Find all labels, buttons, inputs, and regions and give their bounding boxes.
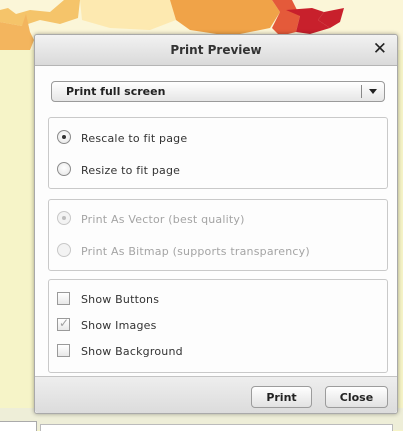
- print-mode-select[interactable]: Print full screen: [51, 81, 385, 102]
- close-button[interactable]: Close: [325, 386, 388, 408]
- bitmap-label: Print As Bitmap (supports transparency): [81, 245, 310, 258]
- dialog-title: Print Preview: [170, 43, 262, 57]
- show-buttons-label: Show Buttons: [81, 293, 160, 306]
- print-button[interactable]: Print: [251, 386, 312, 408]
- show-buttons-checkbox[interactable]: [57, 292, 70, 305]
- dialog-titlebar[interactable]: Print Preview ✕: [35, 35, 397, 66]
- close-icon[interactable]: ✕: [373, 40, 387, 58]
- vector-label: Print As Vector (best quality): [81, 213, 245, 226]
- checkmark-icon: ✓: [59, 316, 70, 330]
- scaling-group: Rescale to fit page Resize to fit page: [48, 117, 388, 189]
- show-images-label: Show Images: [81, 319, 157, 332]
- chevron-down-icon[interactable]: [369, 89, 377, 94]
- resize-label: Resize to fit page: [81, 164, 181, 177]
- format-group: Print As Vector (best quality) Print As …: [48, 199, 388, 271]
- select-divider: [361, 85, 362, 98]
- bitmap-radio: [57, 243, 71, 257]
- show-images-checkbox[interactable]: ✓: [57, 316, 70, 331]
- print-mode-value: Print full screen: [66, 85, 166, 98]
- resize-radio[interactable]: [57, 162, 71, 176]
- show-background-checkbox[interactable]: [57, 344, 70, 357]
- rescale-label: Rescale to fit page: [81, 132, 188, 145]
- rescale-radio[interactable]: [57, 130, 71, 144]
- print-preview-dialog: Print Preview ✕ Print full screen Rescal…: [34, 34, 398, 414]
- content-group: Show Buttons ✓ Show Images Show Backgrou…: [48, 279, 388, 373]
- vector-radio: [57, 211, 71, 225]
- show-background-label: Show Background: [81, 345, 183, 358]
